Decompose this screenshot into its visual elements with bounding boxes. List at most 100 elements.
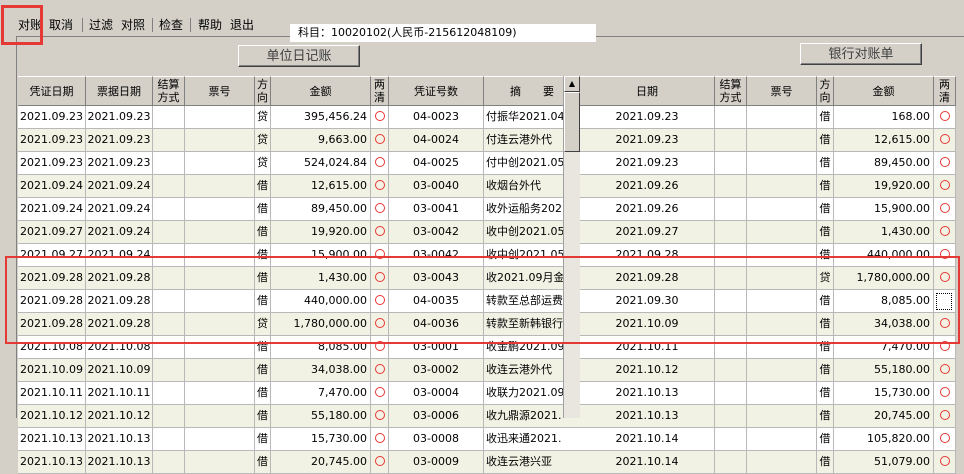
cell-cleared[interactable] xyxy=(934,267,956,290)
cell-settlement-method[interactable] xyxy=(153,175,185,198)
cell-settlement-method[interactable] xyxy=(153,405,185,428)
cell-cleared[interactable] xyxy=(934,336,956,359)
cell-direction[interactable]: 借 xyxy=(817,313,834,336)
cell-date[interactable]: 2021.10.14 xyxy=(580,428,715,451)
cell-direction[interactable]: 借 xyxy=(817,198,834,221)
menu-item-exit[interactable]: 退出 xyxy=(230,17,254,33)
cell-voucher-date[interactable]: 2021.09.28 xyxy=(18,290,86,313)
cell-amount[interactable]: 7,470.00 xyxy=(834,336,934,359)
cell-direction[interactable]: 借 xyxy=(817,428,834,451)
cell-bill-number[interactable] xyxy=(747,267,817,290)
cell-cleared[interactable] xyxy=(934,451,956,474)
cell-bill-number[interactable] xyxy=(185,290,255,313)
cell-amount[interactable]: 34,038.00 xyxy=(834,313,934,336)
cell-voucher-number[interactable]: 03-0002 xyxy=(389,359,484,382)
cell-settlement-method[interactable] xyxy=(715,221,747,244)
cell-date[interactable]: 2021.09.27 xyxy=(580,221,715,244)
cell-cleared[interactable] xyxy=(371,244,389,267)
cell-voucher-date[interactable]: 2021.10.09 xyxy=(18,359,86,382)
cell-settlement-method[interactable] xyxy=(715,175,747,198)
cell-bill-number[interactable] xyxy=(185,175,255,198)
cell-voucher-number[interactable]: 03-0008 xyxy=(389,428,484,451)
cell-bill-number[interactable] xyxy=(747,152,817,175)
cell-date[interactable]: 2021.09.23 xyxy=(580,152,715,175)
scroll-up-arrow-icon[interactable]: ▲ xyxy=(564,76,580,92)
menu-item-filter[interactable]: 过滤 xyxy=(89,17,113,33)
cell-voucher-number[interactable]: 04-0023 xyxy=(389,106,484,129)
cell-amount[interactable]: 1,430.00 xyxy=(271,267,371,290)
cell-settlement-method[interactable] xyxy=(715,244,747,267)
cell-voucher-date[interactable]: 2021.10.12 xyxy=(18,405,86,428)
cell-direction[interactable]: 贷 xyxy=(255,313,271,336)
cell-settlement-method[interactable] xyxy=(715,451,747,474)
cell-bill-date[interactable]: 2021.09.24 xyxy=(86,198,153,221)
cell-voucher-number[interactable]: 03-0009 xyxy=(389,451,484,474)
cell-voucher-date[interactable]: 2021.10.11 xyxy=(18,382,86,405)
cell-bill-date[interactable]: 2021.09.28 xyxy=(86,290,153,313)
cell-settlement-method[interactable] xyxy=(153,451,185,474)
cell-direction[interactable]: 借 xyxy=(817,129,834,152)
cell-amount[interactable]: 19,920.00 xyxy=(271,221,371,244)
cell-cleared[interactable] xyxy=(934,175,956,198)
cell-settlement-method[interactable] xyxy=(153,359,185,382)
cell-bill-date[interactable]: 2021.09.23 xyxy=(86,129,153,152)
header-voucher-date[interactable]: 凭证日期 xyxy=(18,76,86,106)
cell-bill-date[interactable]: 2021.10.11 xyxy=(86,382,153,405)
header-bill-number[interactable]: 票号 xyxy=(747,76,817,106)
cell-amount[interactable]: 1,780,000.00 xyxy=(271,313,371,336)
cell-bill-date[interactable]: 2021.09.24 xyxy=(86,175,153,198)
header-settlement-method[interactable]: 结算方式 xyxy=(715,76,747,106)
cell-bill-number[interactable] xyxy=(747,244,817,267)
cell-voucher-number[interactable]: 03-0041 xyxy=(389,198,484,221)
cell-direction[interactable]: 贷 xyxy=(255,129,271,152)
cell-summary[interactable]: 收连云港兴亚 xyxy=(484,451,581,474)
cell-date[interactable]: 2021.10.09 xyxy=(580,313,715,336)
cell-voucher-date[interactable]: 2021.10.08 xyxy=(18,336,86,359)
cell-voucher-number[interactable]: 03-0040 xyxy=(389,175,484,198)
cell-voucher-number[interactable]: 03-0006 xyxy=(389,405,484,428)
cell-summary[interactable]: 收迅来通2021. xyxy=(484,428,581,451)
cell-settlement-method[interactable] xyxy=(715,405,747,428)
cell-bill-number[interactable] xyxy=(747,198,817,221)
cell-amount[interactable]: 89,450.00 xyxy=(834,152,934,175)
cell-cleared[interactable] xyxy=(371,428,389,451)
cell-bill-number[interactable] xyxy=(185,152,255,175)
cell-voucher-date[interactable]: 2021.09.28 xyxy=(18,267,86,290)
cell-amount[interactable]: 15,900.00 xyxy=(271,244,371,267)
journal-title-button[interactable]: 单位日记账 xyxy=(238,45,360,67)
cell-voucher-number[interactable]: 04-0035 xyxy=(389,290,484,313)
cell-bill-number[interactable] xyxy=(185,198,255,221)
cell-cleared[interactable] xyxy=(371,336,389,359)
cell-amount[interactable]: 15,730.00 xyxy=(834,382,934,405)
header-direction[interactable]: 方向 xyxy=(817,76,834,106)
cell-voucher-number[interactable]: 03-0042 xyxy=(389,221,484,244)
cell-bill-number[interactable] xyxy=(747,405,817,428)
cell-bill-number[interactable] xyxy=(185,313,255,336)
cell-voucher-number[interactable]: 04-0036 xyxy=(389,313,484,336)
cell-bill-number[interactable] xyxy=(185,336,255,359)
cell-voucher-number[interactable]: 03-0001 xyxy=(389,336,484,359)
cell-settlement-method[interactable] xyxy=(153,129,185,152)
cell-settlement-method[interactable] xyxy=(715,106,747,129)
cell-bill-date[interactable]: 2021.09.23 xyxy=(86,106,153,129)
cell-settlement-method[interactable] xyxy=(153,221,185,244)
cell-settlement-method[interactable] xyxy=(153,244,185,267)
cell-settlement-method[interactable] xyxy=(153,267,185,290)
header-direction[interactable]: 方向 xyxy=(255,76,271,106)
cell-cleared[interactable] xyxy=(371,382,389,405)
cell-amount[interactable]: 19,920.00 xyxy=(834,175,934,198)
cell-date[interactable]: 2021.10.13 xyxy=(580,405,715,428)
cell-direction[interactable]: 借 xyxy=(255,336,271,359)
header-cleared[interactable]: 两清 xyxy=(934,76,956,106)
cell-cleared[interactable] xyxy=(371,221,389,244)
cell-settlement-method[interactable] xyxy=(715,382,747,405)
cell-direction[interactable]: 贷 xyxy=(255,106,271,129)
cell-cleared[interactable] xyxy=(934,152,956,175)
cell-bill-number[interactable] xyxy=(185,106,255,129)
cell-date[interactable]: 2021.09.23 xyxy=(580,106,715,129)
cell-bill-number[interactable] xyxy=(747,382,817,405)
cell-bill-date[interactable]: 2021.09.28 xyxy=(86,267,153,290)
cell-direction[interactable]: 借 xyxy=(255,451,271,474)
cell-cleared[interactable] xyxy=(934,221,956,244)
cell-settlement-method[interactable] xyxy=(153,336,185,359)
